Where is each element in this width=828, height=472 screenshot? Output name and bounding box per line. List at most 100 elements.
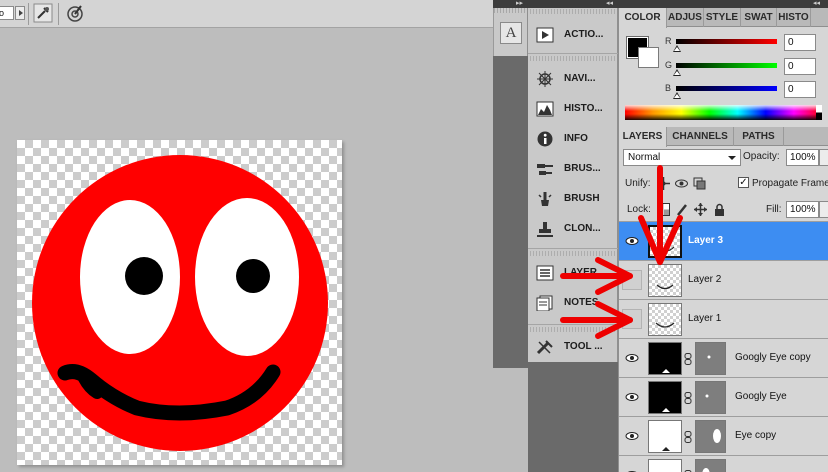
eye-visibility-hidden-icon[interactable]: [622, 270, 642, 290]
collapse-arrows-icon[interactable]: ◂◂: [813, 0, 820, 7]
tab-color[interactable]: COLOR: [619, 8, 667, 28]
layer-row-layer-3[interactable]: Layer 3: [619, 221, 828, 260]
dock-divider: [528, 53, 618, 54]
unify-style-icon[interactable]: [693, 177, 706, 190]
link-chain-icon[interactable]: [684, 431, 692, 443]
vector-mask-thumbnail[interactable]: [695, 459, 726, 472]
tab-history[interactable]: HISTO: [777, 8, 811, 27]
dock-button-brushes[interactable]: BRUS...: [528, 154, 618, 184]
red-slider-thumb[interactable]: [673, 45, 681, 52]
red-channel-slider[interactable]: [676, 39, 777, 44]
eye-visibility-hidden-icon[interactable]: [622, 309, 642, 329]
layer-thumbnail: [648, 225, 682, 258]
dock-empty-area: [528, 362, 618, 472]
dock-grip[interactable]: [530, 56, 616, 61]
opacity-input[interactable]: 100%: [786, 149, 819, 166]
eye-visibility-icon[interactable]: [622, 231, 642, 251]
black-white-ramp[interactable]: [816, 105, 822, 120]
lock-transparency-icon[interactable]: [657, 203, 670, 216]
notes-icon: [536, 295, 554, 312]
vector-mask-thumbnail[interactable]: [695, 381, 726, 414]
dock-grip[interactable]: [530, 251, 616, 256]
tab-styles[interactable]: STYLE: [704, 8, 741, 27]
red-value-input[interactable]: 0: [784, 34, 816, 51]
lock-all-icon[interactable]: [713, 203, 726, 216]
layer-name[interactable]: Layer 1: [688, 313, 721, 324]
eye-visibility-icon[interactable]: [622, 465, 642, 472]
lock-image-pixels-icon[interactable]: [676, 203, 689, 216]
clone-source-icon: [536, 221, 554, 237]
blue-slider-thumb[interactable]: [673, 92, 681, 99]
tab-adjustments[interactable]: ADJUS: [667, 8, 704, 27]
link-chain-icon[interactable]: [684, 353, 692, 365]
layer-name[interactable]: Layer 2: [688, 274, 721, 285]
character-dock: A: [493, 8, 528, 56]
dock-button-clone-source[interactable]: CLON...: [528, 214, 618, 244]
green-channel-slider[interactable]: [676, 63, 777, 68]
opacity-label: Opacity:: [743, 151, 780, 162]
eye-visibility-icon[interactable]: [622, 426, 642, 446]
layer-name[interactable]: Layer 3: [688, 235, 723, 246]
dock-header-strip: ▸▸ ◂◂ ◂◂: [493, 0, 828, 8]
unify-label: Unify:: [625, 178, 651, 189]
background-color-swatch[interactable]: [638, 47, 659, 68]
vector-mask-thumbnail[interactable]: [695, 420, 726, 453]
green-value-input[interactable]: 0: [784, 58, 816, 75]
propagate-frame-label: Propagate Frame: [752, 178, 828, 189]
blue-channel-slider[interactable]: [676, 86, 777, 91]
eye-visibility-icon[interactable]: [622, 348, 642, 368]
tab-swatches[interactable]: SWAT: [741, 8, 777, 27]
collapse-arrows-icon[interactable]: ▸▸: [516, 0, 523, 7]
eye-visibility-icon[interactable]: [622, 387, 642, 407]
document-canvas[interactable]: [17, 140, 342, 465]
dock-button-notes[interactable]: NOTES: [528, 288, 618, 318]
fill-layer-thumbnail: [648, 420, 682, 453]
dock-grip[interactable]: [494, 8, 527, 13]
layer-name[interactable]: Googly Eye copy: [735, 352, 811, 363]
unify-visibility-icon[interactable]: [675, 177, 688, 190]
layer-row-eye-copy[interactable]: Eye copy: [619, 416, 828, 455]
dock-button-tool-presets[interactable]: TOOL ...: [528, 332, 618, 362]
tool-option-arrow-button[interactable]: [15, 6, 25, 20]
fill-arrow-button[interactable]: [819, 201, 828, 218]
opacity-arrow-button[interactable]: [819, 149, 828, 166]
tool-presets-icon: [536, 339, 554, 355]
blue-value-input[interactable]: 0: [784, 81, 816, 98]
airbrush-toggle-icon[interactable]: [33, 3, 53, 23]
unify-position-icon[interactable]: [657, 177, 670, 190]
lock-position-icon[interactable]: [694, 203, 707, 216]
dock-button-navigator[interactable]: NAVI...: [528, 64, 618, 94]
green-slider-thumb[interactable]: [673, 69, 681, 76]
dock-button-brush[interactable]: BRUSH: [528, 184, 618, 214]
layer-row-eye[interactable]: [619, 455, 828, 472]
panel-dock-column: ACTIO... NAVI... HISTO... INFO BRUS... B…: [528, 8, 618, 362]
tab-paths[interactable]: PATHS: [734, 127, 784, 146]
layer-name[interactable]: Eye copy: [735, 430, 776, 441]
layer-name[interactable]: Googly Eye: [735, 391, 787, 402]
tab-layers[interactable]: LAYERS: [619, 127, 667, 147]
layer-row-googly-eye[interactable]: Googly Eye: [619, 377, 828, 416]
info-icon: [536, 131, 554, 147]
blend-mode-select[interactable]: Normal: [623, 149, 741, 166]
layer-row-layer-1[interactable]: Layer 1: [619, 299, 828, 338]
dock-grip[interactable]: [530, 9, 616, 14]
dock-button-layer-comps[interactable]: LAYER...: [528, 258, 618, 288]
link-chain-icon[interactable]: [684, 392, 692, 404]
color-spectrum-ramp[interactable]: [625, 105, 822, 120]
tab-channels[interactable]: CHANNELS: [667, 127, 734, 146]
collapse-arrows-icon[interactable]: ◂◂: [606, 0, 613, 7]
layer-row-layer-2[interactable]: Layer 2: [619, 260, 828, 299]
dock-button-info[interactable]: INFO: [528, 124, 618, 154]
layer-row-googly-eye-copy[interactable]: Googly Eye copy: [619, 338, 828, 377]
color-panel-tabs: COLOR ADJUS STYLE SWAT HISTO: [619, 8, 828, 28]
propagate-frame-checkbox[interactable]: ✓: [738, 177, 749, 188]
dock-button-actions[interactable]: ACTIO...: [528, 20, 618, 50]
dock-button-histogram[interactable]: HISTO...: [528, 94, 618, 124]
tool-option-field[interactable]: o: [0, 6, 14, 20]
fill-input[interactable]: 100%: [786, 201, 819, 218]
tablet-pressure-icon[interactable]: [65, 3, 85, 23]
character-panel-button[interactable]: A: [500, 22, 522, 44]
vector-mask-thumbnail[interactable]: [695, 342, 726, 375]
dock-button-label: TOOL ...: [564, 341, 603, 352]
fill-layer-thumbnail: [648, 381, 682, 414]
